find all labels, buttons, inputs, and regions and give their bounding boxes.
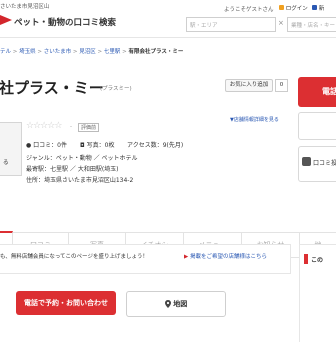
breadcrumb-item[interactable]: 見沼区 bbox=[79, 49, 96, 55]
side-panel-lower bbox=[299, 272, 336, 342]
register-link[interactable]: 新 bbox=[312, 4, 324, 12]
shop-genre: ジャンル：ペット・動物 ／ ペットホテル bbox=[26, 155, 138, 162]
side-panel: この bbox=[299, 244, 336, 273]
keyword-search-input[interactable]: 業種・店名・キー bbox=[287, 17, 336, 32]
breadcrumb-item[interactable]: 七里駅 bbox=[104, 49, 121, 55]
map-button[interactable]: 地図 bbox=[126, 291, 226, 317]
map-pin-icon bbox=[164, 300, 173, 308]
review-post-button[interactable]: 口コミ投稿 bbox=[298, 146, 336, 182]
panel-marker-icon bbox=[304, 254, 308, 264]
favorite-label: お気に入り追加 bbox=[229, 82, 269, 88]
star-icon: ☆ bbox=[54, 121, 62, 131]
review-count-label: 口コミ：0件 bbox=[33, 142, 67, 149]
comment-icon: ● bbox=[26, 142, 32, 149]
area-placeholder: 駅・エリア bbox=[190, 23, 218, 29]
pencil-icon bbox=[302, 157, 311, 166]
register-icon bbox=[312, 5, 317, 10]
phone-top-button[interactable]: 電話 bbox=[298, 77, 336, 107]
shop-kana: (プラスミー) bbox=[100, 86, 132, 92]
breadcrumb-current: 有限会社プラス・ミー bbox=[128, 49, 184, 55]
rating-stars: ☆☆☆☆☆ bbox=[26, 121, 62, 131]
breadcrumb: テル > 埼玉県 > さいたま市 > 見沼区 > 七里駅 > 有限会社プラス・ミ… bbox=[0, 49, 184, 55]
notice-link-label: 掲載をご希望の店舗様はこちら bbox=[189, 254, 267, 260]
arrow-right-icon: ▶ bbox=[184, 254, 189, 260]
breadcrumb-item[interactable]: テル bbox=[0, 49, 11, 55]
breadcrumb-item[interactable]: さいたま市 bbox=[44, 49, 71, 55]
favorite-count: 0 bbox=[275, 79, 288, 92]
map-label: 地図 bbox=[173, 300, 188, 308]
side-panel-label: この bbox=[311, 257, 324, 264]
notice-link[interactable]: ▶ 掲載をご希望の店舗様はこちら bbox=[184, 252, 267, 260]
rating-badge: 評価前 bbox=[78, 123, 100, 132]
review-post-label: 口コミ投稿 bbox=[313, 160, 336, 167]
shop-name: 社プラス・ミー bbox=[0, 79, 104, 97]
favorite-button[interactable]: お気に入り追加 bbox=[225, 79, 273, 92]
keyword-placeholder: 業種・店名・キー bbox=[291, 23, 336, 29]
phone-top-label: 電話 bbox=[322, 87, 336, 96]
login-label: ログイン bbox=[285, 6, 308, 12]
area-search-input[interactable]: 駅・エリア bbox=[186, 17, 276, 32]
greeting-text: ようこそゲストさん bbox=[224, 7, 274, 13]
login-link[interactable]: ログイン bbox=[279, 4, 308, 12]
call-reservation-label: 電話で予約・お問い合わせ bbox=[24, 299, 108, 307]
call-reservation-button[interactable]: 電話で予約・お問い合わせ bbox=[16, 291, 116, 315]
shop-address: 住所：埼玉県さいたま市見沼区山134-2 bbox=[26, 177, 134, 184]
camera-icon: ◘ bbox=[80, 142, 85, 149]
rating-dash: - bbox=[70, 124, 72, 130]
shop-station: 最寄駅：七里駅 ／ 大和田駅(埼玉) bbox=[26, 166, 119, 173]
register-label: 新 bbox=[318, 6, 325, 12]
side-empty-box bbox=[298, 112, 336, 140]
header-divider bbox=[0, 37, 336, 38]
left-button-label: る bbox=[3, 160, 9, 166]
site-logo-icon bbox=[0, 12, 12, 26]
review-count: ● 口コミ：0件 bbox=[26, 140, 67, 149]
photo-count-label: 写真：0枚 bbox=[86, 142, 115, 149]
access-count: アクセス数：9(先月) bbox=[127, 142, 184, 149]
photo-count: ◘ 写真：0枚 bbox=[80, 140, 115, 149]
notice-text: も、無料店舗会員になってこのページを盛り上げましょう！ bbox=[0, 254, 148, 260]
lock-icon bbox=[279, 5, 284, 10]
shop-photo-placeholder[interactable]: る bbox=[0, 122, 22, 176]
site-name[interactable]: ペット・動物の口コミ検索 bbox=[14, 16, 116, 28]
breadcrumb-item[interactable]: 埼玉県 bbox=[19, 49, 36, 55]
header-location-text: さいたま市見沼区山 bbox=[0, 4, 50, 10]
search-x-icon[interactable]: × bbox=[278, 19, 284, 27]
shop-detail-link[interactable]: ▼店舗情報詳細を見る bbox=[230, 116, 279, 123]
